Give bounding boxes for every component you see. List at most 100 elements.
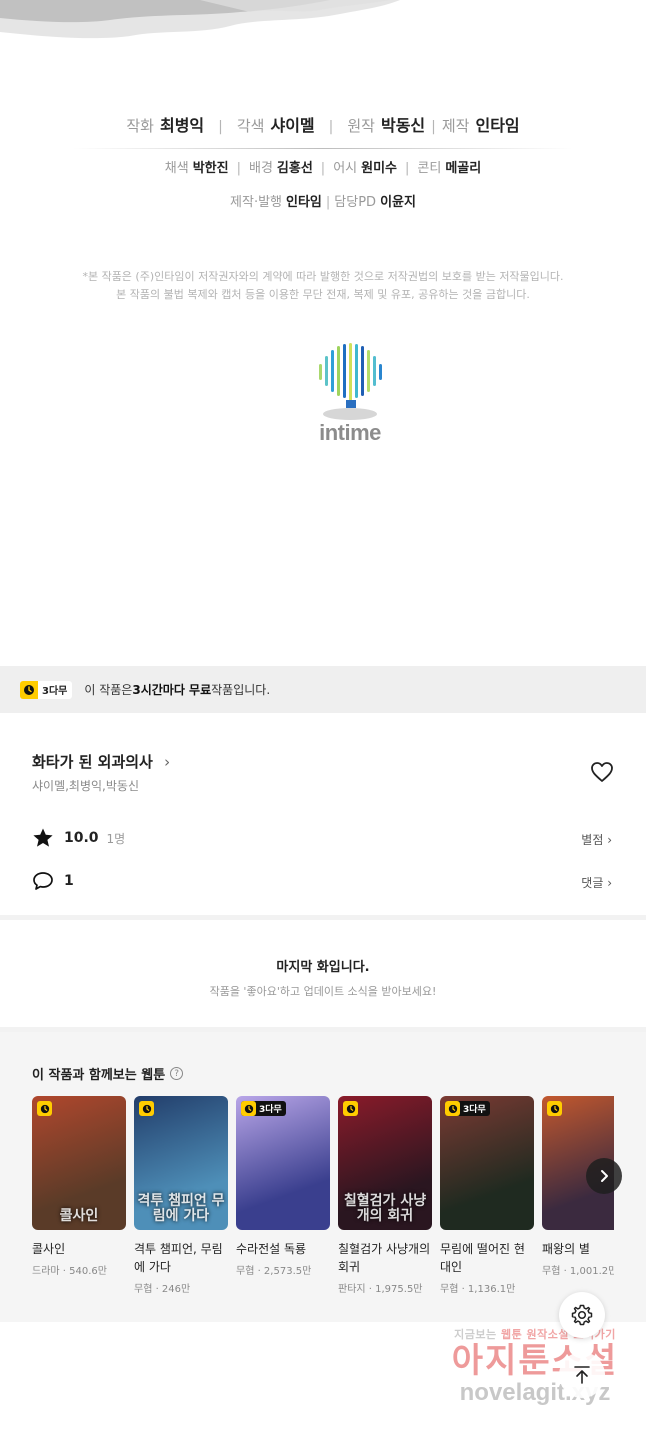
recommendation-cover-image: 칠혈검가 사냥개의 회귀: [338, 1096, 432, 1230]
rating-value: 10.0: [64, 830, 99, 846]
brush-stroke-decoration: [0, 0, 400, 39]
recommendation-cover-title: 칠혈검가 사냥개의 회귀: [343, 1193, 427, 1224]
free-info-text-post: 작품입니다.: [211, 683, 271, 697]
recommendation-card[interactable]: 칠혈검가 사냥개의 회귀 칠혈검가 사냥개의 회귀 판타지 · 1,975.5만: [338, 1096, 432, 1295]
credit-label-publisher: 제작·발행: [230, 195, 283, 210]
chevron-right-icon: [601, 1170, 608, 1182]
credit-value-color: 박한진: [192, 161, 229, 176]
recommendation-cover-image: 3다무: [440, 1096, 534, 1230]
recommendation-title-text: 이 작품과 함께보는 웹툰: [32, 1068, 166, 1083]
comment-bubble-icon: [33, 872, 53, 890]
carousel-next-button[interactable]: [586, 1158, 622, 1194]
settings-button[interactable]: [559, 1292, 605, 1338]
recommendation-cover-title: 격투 챔피언 무림에 가다: [137, 1193, 225, 1224]
clock-icon: [139, 1101, 154, 1116]
credit-label-original: 원작: [347, 117, 375, 135]
watermark-line1: 지금보는 웹툰 원작소설 보러가기: [440, 1326, 630, 1342]
recommendation-title: 패왕의 별: [542, 1242, 590, 1256]
free-info-bar: 3다무 이 작품은 3시간마다 무료 작품입니다.: [0, 666, 646, 713]
wait-free-badge: [139, 1101, 154, 1116]
last-episode-title: 마지막 화입니다.: [276, 960, 370, 975]
recommendation-section: 이 작품과 함께보는 웹툰 ? 콜사인 콜사인 드라마 · 540.6만 격투 챔피언…: [0, 1032, 646, 1322]
wait-free-badge-label: 3다무: [463, 1105, 486, 1115]
recommendation-cover-image: 콜사인: [32, 1096, 126, 1230]
credits-staff-row: 채색 박한진 | 배경 김홍선 | 어시 원미수 | 콘티 메골리: [0, 157, 646, 187]
credit-separator: |: [328, 119, 334, 135]
rating-stat: 10.0 1명: [32, 827, 125, 849]
wait-free-badge-label: 3다무: [42, 686, 68, 697]
free-info-text-bold: 3시간마다 무료: [132, 683, 212, 697]
clock-icon: [547, 1101, 562, 1116]
credit-label-adapt: 각색: [236, 117, 265, 135]
comment-link[interactable]: 댓글 ›: [581, 874, 612, 891]
wait-free-badge: [37, 1101, 52, 1116]
credits-main-row: 작화 최병익 | 각색 샤이멜 | 원작 박동신 | 제작 인타임: [0, 112, 646, 146]
clock-icon: [20, 680, 38, 699]
credit-value-original: 박동신: [380, 116, 426, 135]
credit-value-production: 인타임: [475, 116, 520, 135]
recommendation-title: 격투 챔피언, 무림에 가다: [134, 1242, 223, 1274]
credit-label-assistant: 어시: [333, 161, 358, 176]
credit-value-art: 최병익: [159, 116, 205, 135]
credit-value-assistant: 원미수: [361, 161, 397, 176]
help-icon[interactable]: ?: [170, 1067, 184, 1080]
watermark-line1-a: 지금보는: [454, 1328, 501, 1341]
credits-publisher-row: 제작·발행 인타임 | 담당PD 이윤지: [0, 191, 646, 221]
clock-icon: [343, 1101, 358, 1116]
rating-link[interactable]: 별점 ›: [581, 831, 612, 848]
comment-count: 1: [64, 873, 74, 889]
recommendation-meta: 무협 · 1,136.1만: [440, 1284, 516, 1295]
scroll-top-button[interactable]: [559, 1352, 605, 1398]
recommendation-card[interactable]: 콜사인 콜사인 드라마 · 540.6만: [32, 1096, 126, 1277]
clock-icon: [37, 1101, 52, 1116]
wait-free-badge: [343, 1101, 358, 1116]
credit-separator: |: [405, 161, 410, 176]
recommendation-cover-title: 콜사인: [59, 1208, 99, 1224]
work-authors: 샤이멜,최병익,박동신: [32, 779, 139, 793]
wait-free-badge: 3다무: [445, 1101, 490, 1116]
free-info-text-pre: 이 작품은: [84, 683, 133, 697]
wait-free-badge: [547, 1101, 562, 1116]
credit-separator: |: [325, 195, 331, 210]
heart-icon[interactable]: [589, 759, 615, 785]
recommendation-card[interactable]: 격투 챔피언 무림에 가다격투 챔피언, 무림에 가다무협 · 246만: [134, 1096, 228, 1295]
recommendation-meta: 무협 · 1,001.2만: [542, 1266, 614, 1277]
work-title-link[interactable]: 화타가 된 외과의사 ›: [32, 751, 170, 772]
credit-value-storyboard: 메골리: [445, 161, 482, 176]
star-icon: [33, 828, 53, 847]
recommendation-title: 이 작품과 함께보는 웹툰 ?: [32, 1064, 184, 1083]
recommendation-title: 수라전설 독룡: [236, 1242, 307, 1256]
watermark-line1-b: 웹툰: [500, 1328, 523, 1341]
recommendation-meta: 무협 · 246만: [134, 1284, 191, 1295]
work-info-panel: 화타가 된 외과의사 › 샤이멜,최병익,박동신 10.0 1명 별점 › 1 …: [0, 713, 646, 915]
credit-separator: |: [320, 161, 326, 176]
clock-icon: [445, 1101, 460, 1116]
recommendation-title: 무림에 떨어진 현대인: [440, 1242, 525, 1274]
last-episode-subtitle: 작품을 '좋아요'하고 업데이트 소식을 받아보세요!: [209, 985, 437, 998]
credit-label-production: 제작: [441, 117, 470, 135]
recommendation-card[interactable]: 3다무무림에 떨어진 현대인무협 · 1,136.1만: [440, 1096, 534, 1295]
recommendation-meta: 드라마 · 540.6만: [32, 1266, 107, 1277]
rating-count: 1명: [106, 831, 126, 846]
chevron-right-icon: ›: [164, 753, 171, 771]
comment-stat: 1: [32, 870, 74, 892]
credit-label-art: 작화: [126, 117, 154, 135]
credit-value-background: 김홍선: [276, 161, 313, 176]
recommendation-cover-image: 3다무: [236, 1096, 330, 1230]
credit-separator: |: [431, 119, 436, 135]
arrow-up-icon: [574, 1366, 590, 1384]
recommendation-card[interactable]: 3다무 수라전설 독룡 무협 · 2,573.5만: [236, 1096, 330, 1277]
credit-label-background: 배경: [248, 161, 273, 176]
credit-separator: |: [218, 119, 223, 135]
recommendation-meta: 판타지 · 1,975.5만: [338, 1284, 423, 1295]
last-episode-panel: 마지막 화입니다. 작품을 '좋아요'하고 업데이트 소식을 받아보세요!: [0, 920, 646, 1027]
intime-logo-text: intime: [319, 420, 381, 445]
credit-value-pd: 이윤지: [380, 195, 416, 210]
gear-icon: [571, 1304, 593, 1326]
wait-free-badge: 3다무: [241, 1101, 286, 1116]
credit-separator: |: [236, 161, 241, 176]
copyright-notice-line1: *본 작품은 (주)인타임이 저작권자와의 계약에 따라 발행한 것으로 저작권…: [82, 270, 564, 283]
credit-label-storyboard: 콘티: [417, 161, 442, 176]
work-title: 화타가 된 외과의사: [32, 753, 153, 771]
credit-label-color: 채색: [164, 161, 189, 176]
